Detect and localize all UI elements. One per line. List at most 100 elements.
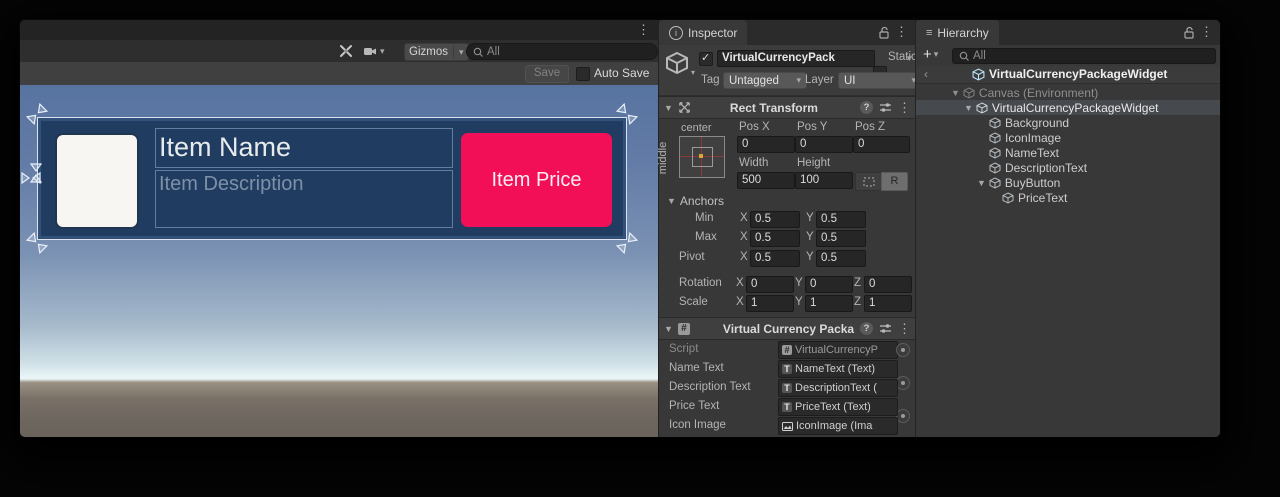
hierarchy-lock-icon[interactable] (1183, 26, 1195, 39)
gameobject-name-field[interactable]: VirtualCurrencyPack (717, 50, 875, 67)
gameobject-cube-icon (989, 132, 1001, 144)
tree-row-buybutton[interactable]: ▼ BuyButton (916, 175, 1220, 190)
scene-camera-button[interactable]: ▾ (363, 45, 385, 58)
scene-widget-selection[interactable]: Item Name Item Description Item Price (37, 117, 627, 240)
pos-x-field[interactable]: 0 (737, 136, 795, 153)
create-dropdown-arrow-icon[interactable]: ▾ (934, 49, 939, 60)
widget-description-text-rect[interactable]: Item Description (155, 170, 453, 228)
tools-icon[interactable] (339, 44, 353, 58)
rotation-x-prefix: X (736, 277, 744, 289)
description-text-field-value: DescriptionText ( (795, 382, 877, 394)
rect-transform-kebab-icon[interactable]: ⋮ (898, 101, 911, 114)
icon-image-field-value: IconImage (Ima (796, 420, 872, 432)
scene-menu-kebab-icon[interactable]: ⋮ (637, 23, 650, 36)
widget-name-text-rect[interactable]: Item Name (155, 128, 453, 168)
name-text-object-picker-icon[interactable] (896, 376, 910, 390)
raw-edit-mode-button[interactable]: R (881, 172, 908, 191)
hierarchy-menu-kebab-icon[interactable]: ⋮ (1200, 25, 1213, 38)
save-button[interactable]: Save (525, 65, 569, 83)
tree-row-descriptiontext[interactable]: DescriptionText (916, 160, 1220, 175)
component-foldout-icon[interactable]: ▼ (664, 324, 673, 334)
gizmos-dropdown-arrow-icon[interactable]: ▾ (459, 47, 464, 58)
layer-dropdown[interactable]: UI▾ (838, 72, 922, 89)
gameobject-cube-icon[interactable]: ▾ (665, 51, 689, 75)
hierarchy-tabbar: ≡ Hierarchy ⋮ (916, 20, 1220, 46)
widget-icon-image[interactable] (55, 133, 139, 229)
tree-row-widget-selected[interactable]: ▼ VirtualCurrencyPackageWidget (916, 100, 1220, 115)
create-object-button[interactable]: + ▾ (923, 47, 938, 62)
blueprint-mode-button[interactable] (855, 172, 882, 191)
gameobject-icon-dropdown-arrow[interactable]: ▾ (691, 68, 695, 77)
text-component-icon: T (782, 364, 792, 374)
script-object-field[interactable]: # VirtualCurrencyP (778, 341, 898, 359)
anchor-preset-widget[interactable] (679, 136, 725, 178)
tag-label: Tag (701, 74, 720, 86)
scale-z-field[interactable]: 1 (864, 295, 912, 312)
rotation-y-field[interactable]: 0 (805, 276, 853, 293)
tree-row-pricetext[interactable]: PriceText (916, 190, 1220, 205)
gameobject-cube-icon (963, 87, 975, 99)
gameobject-cube-icon (989, 147, 1001, 159)
name-text-object-field[interactable]: T NameText (Text) (778, 360, 898, 378)
foldout-icon[interactable]: ▼ (951, 88, 960, 98)
inspector-lock-icon[interactable] (878, 26, 890, 39)
script-object-picker-icon[interactable] (896, 343, 910, 357)
camera-icon (363, 45, 377, 58)
pivot-y-field[interactable]: 0.5 (816, 250, 866, 267)
scale-y-field[interactable]: 1 (805, 295, 853, 312)
tab-hierarchy[interactable]: ≡ Hierarchy (916, 20, 999, 45)
price-text-object-field[interactable]: T PriceText (Text) (778, 398, 898, 416)
screenshot-stage: ⋮ ▾ Gizmos ▾ All Save Auto Save Item Nam… (0, 0, 1280, 497)
min-y-field[interactable]: 0.5 (816, 211, 866, 228)
scene-search-input[interactable]: All (466, 43, 658, 60)
foldout-icon[interactable]: ▼ (964, 103, 973, 113)
max-y-field[interactable]: 0.5 (816, 230, 866, 247)
prefab-back-chevron-icon[interactable]: ‹ (924, 67, 928, 81)
component-title: Virtual Currency Packa (723, 322, 854, 336)
rect-transform-presets-icon[interactable] (879, 101, 892, 114)
gizmos-dropdown[interactable]: Gizmos ▾ (404, 43, 469, 61)
component-presets-icon[interactable] (879, 322, 892, 335)
tree-row-canvas[interactable]: ▼ Canvas (Environment) (916, 85, 1220, 100)
tag-dropdown[interactable]: Untagged▾ (723, 72, 807, 89)
auto-save-checkbox[interactable] (576, 67, 590, 81)
rotation-z-prefix: Z (854, 277, 861, 289)
tree-row-label: BuyButton (1005, 176, 1060, 190)
prefab-breadcrumb[interactable]: VirtualCurrencyPackageWidget (972, 67, 1167, 81)
max-x-field[interactable]: 0.5 (750, 230, 800, 247)
scale-x-field[interactable]: 1 (746, 295, 794, 312)
rotation-x-field[interactable]: 0 (746, 276, 794, 293)
scene-toolbar: ▾ Gizmos ▾ All (20, 40, 658, 63)
pos-z-field[interactable]: 0 (853, 136, 910, 153)
rect-transform-foldout-icon[interactable]: ▼ (664, 103, 673, 113)
description-text-object-picker-icon[interactable] (896, 409, 910, 423)
foldout-icon[interactable]: ▼ (977, 178, 986, 188)
tab-inspector[interactable]: i Inspector (659, 20, 747, 45)
static-dropdown-arrow-icon[interactable]: ▾ (907, 53, 912, 64)
tab-inspector-label: Inspector (688, 26, 737, 40)
rotation-z-field[interactable]: 0 (864, 276, 912, 293)
min-x-field[interactable]: 0.5 (750, 211, 800, 228)
pivot-x-field[interactable]: 0.5 (750, 250, 800, 267)
pos-y-field[interactable]: 0 (795, 136, 853, 153)
component-help-icon[interactable]: ? (860, 322, 873, 335)
widget-buy-button[interactable]: Item Price (461, 133, 612, 227)
component-kebab-icon[interactable]: ⋮ (898, 322, 911, 335)
gizmo-anchor-left-vertical[interactable] (30, 162, 42, 184)
icon-image-object-field[interactable]: IconImage (Ima (778, 417, 898, 435)
scale-z-prefix: Z (854, 296, 861, 308)
anchors-foldout[interactable]: ▼Anchors (667, 194, 724, 208)
camera-dropdown-arrow-icon[interactable]: ▾ (380, 46, 385, 57)
tree-row-nametext[interactable]: NameText (916, 145, 1220, 160)
hierarchy-search-input[interactable]: All (952, 48, 1216, 64)
rect-transform-help-icon[interactable]: ? (860, 101, 873, 114)
description-text-object-field[interactable]: T DescriptionText ( (778, 379, 898, 397)
width-field[interactable]: 500 (737, 172, 795, 189)
rect-transform-header[interactable]: ▼ Rect Transform ? ⋮ (659, 96, 916, 119)
virtual-currency-package-header[interactable]: ▼ # Virtual Currency Packa ? ⋮ (659, 317, 916, 340)
inspector-menu-kebab-icon[interactable]: ⋮ (895, 25, 908, 38)
gameobject-active-checkbox[interactable] (699, 52, 713, 66)
tree-row-iconimage[interactable]: IconImage (916, 130, 1220, 145)
height-field[interactable]: 100 (795, 172, 853, 189)
tree-row-background[interactable]: Background (916, 115, 1220, 130)
